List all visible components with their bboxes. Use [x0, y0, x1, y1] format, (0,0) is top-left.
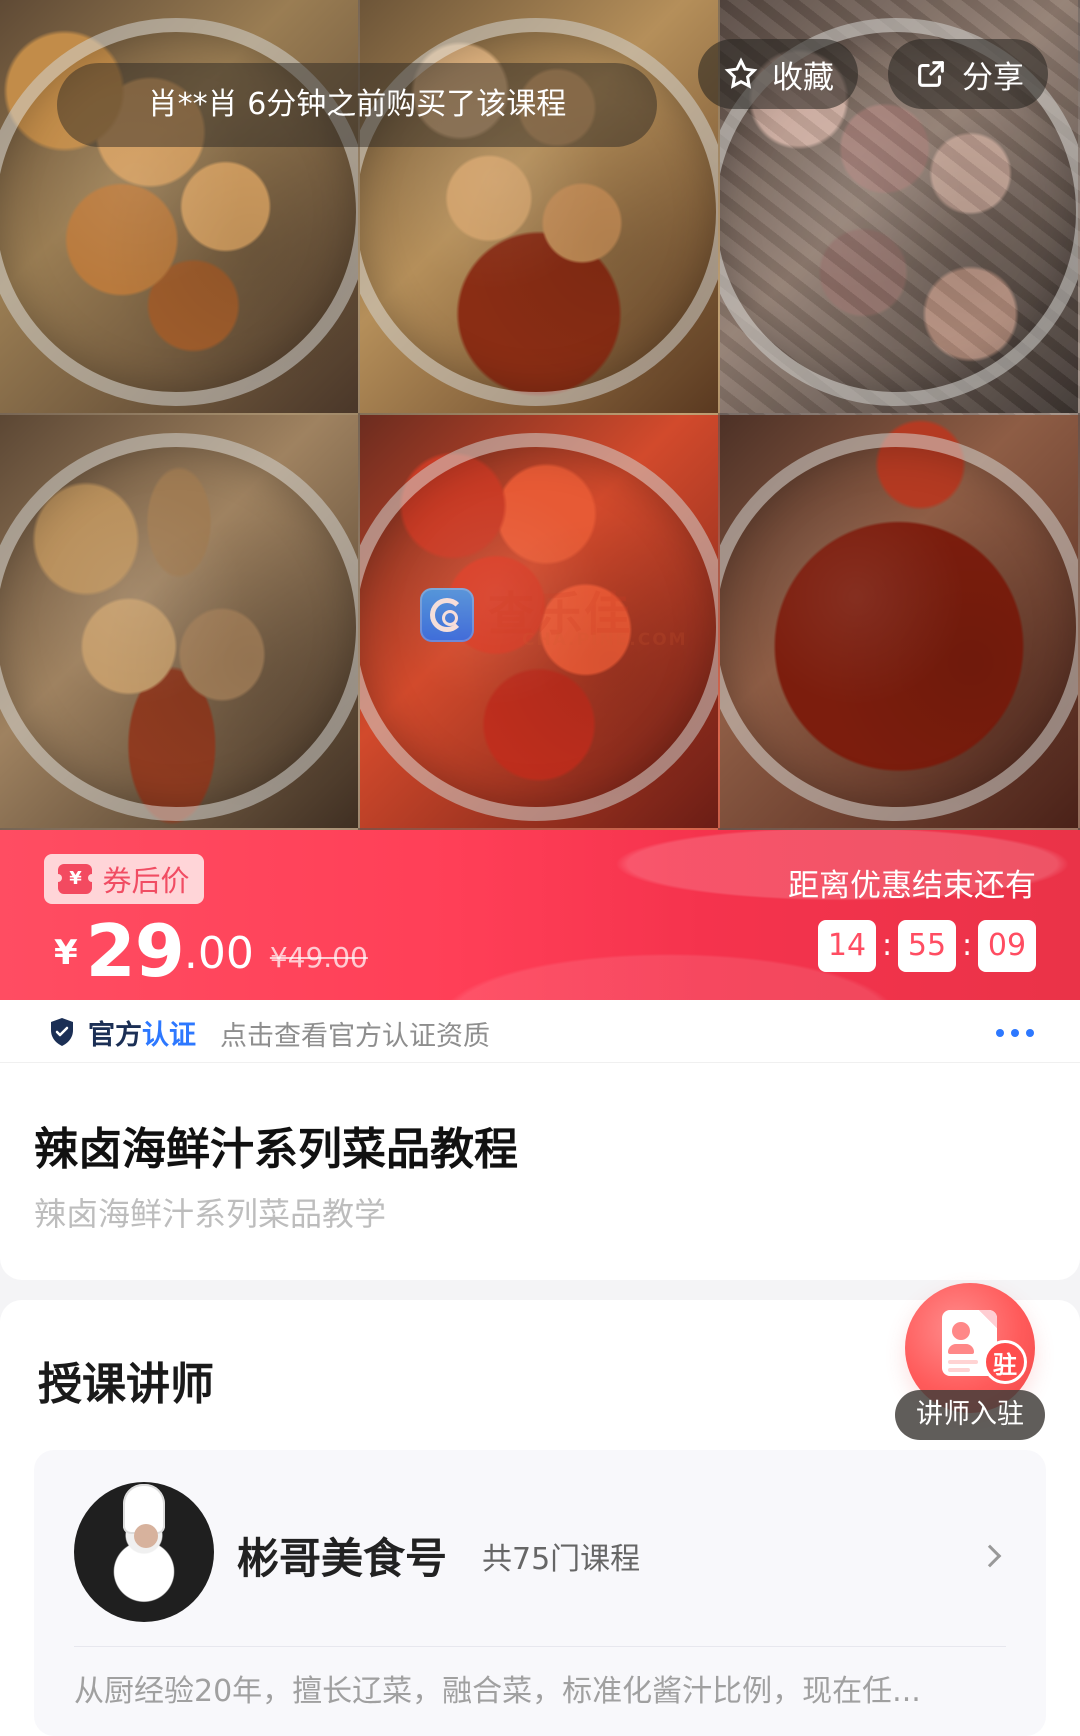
countdown-label: 距离优惠结束还有: [788, 868, 1036, 904]
watermark-subtext: CHA.PINE.COM: [522, 630, 688, 650]
certification-title: 官方认证: [88, 1013, 196, 1052]
course-subtitle: 辣卤海鲜汁系列菜品教学: [34, 1195, 387, 1233]
teacher-name: 彬哥美食号: [237, 1534, 448, 1583]
certification-description: 点击查看官方认证资质: [220, 1021, 490, 1052]
favorite-button[interactable]: 收藏: [698, 39, 858, 109]
food-photo-4: [0, 415, 360, 830]
more-dot: [1026, 1029, 1034, 1037]
countdown-separator: :: [882, 928, 893, 963]
star-icon: [722, 55, 760, 93]
share-label: 分享: [962, 59, 1024, 96]
original-price: ¥49.00: [269, 941, 368, 974]
food-photo-6: [720, 415, 1080, 830]
course-detail-page: 肖**肖 6分钟之前购买了该课程 收藏 分享 查乐佳 CHA.PINE.COM …: [0, 0, 1080, 1736]
coupon-badge: ¥ 券后价: [44, 854, 204, 904]
watermark: 查乐佳 CHA.PINE.COM: [420, 580, 720, 654]
more-dot: [1011, 1029, 1019, 1037]
teacher-section-title: 授课讲师: [38, 1359, 214, 1410]
document-line-icon: [948, 1368, 970, 1372]
shield-icon: [48, 1017, 76, 1047]
join-teacher-label: 讲师入驻: [895, 1390, 1045, 1440]
course-info-card: 辣卤海鲜汁系列菜品教程 辣卤海鲜汁系列菜品教学: [0, 1063, 1080, 1280]
favorite-label: 收藏: [772, 59, 834, 96]
join-badge: 驻: [983, 1340, 1027, 1384]
share-button[interactable]: 分享: [888, 39, 1048, 109]
countdown-seconds: 09: [978, 920, 1036, 972]
price-decimal: .00: [183, 928, 254, 979]
course-title: 辣卤海鲜汁系列菜品教程: [34, 1124, 518, 1175]
more-dot: [996, 1029, 1004, 1037]
teacher-avatar: [74, 1482, 214, 1622]
chevron-right-icon: [978, 1544, 1002, 1568]
certification-title-accent: 认证: [142, 1020, 196, 1051]
countdown-minutes: 55: [898, 920, 956, 972]
more-dots-icon[interactable]: [996, 1029, 1034, 1037]
price-main: ¥ 29 .00 ¥49.00: [54, 915, 368, 987]
teacher-course-count: 共75门课程: [482, 1542, 641, 1577]
official-certification-row[interactable]: 官方认证 点击查看官方认证资质: [0, 1000, 1080, 1063]
price-banner: ¥ 券后价 ¥ 29 .00 ¥49.00 距离优惠结束还有 14 : 55 :…: [0, 830, 1080, 1000]
coupon-icon: ¥: [54, 864, 97, 894]
document-user-head-icon: [952, 1322, 970, 1340]
currency-symbol: ¥: [54, 933, 78, 973]
watermark-glyph-icon: [430, 598, 464, 632]
countdown-separator: :: [962, 928, 973, 963]
document-line-icon: [948, 1360, 978, 1364]
document-user-body-icon: [948, 1344, 974, 1354]
teacher-description: 从厨经验20年，擅长辽菜，融合菜，标准化酱汁比例，现在任...: [74, 1674, 921, 1709]
teacher-card-divider: [74, 1646, 1006, 1647]
share-icon: [912, 55, 950, 93]
price-integer: 29: [85, 909, 185, 993]
coupon-label: 券后价: [102, 864, 190, 898]
join-teacher-button[interactable]: 驻 讲师入驻: [895, 1283, 1045, 1443]
countdown-hours: 14: [818, 920, 876, 972]
certification-title-prefix: 官方: [88, 1020, 142, 1051]
purchase-notice: 肖**肖 6分钟之前购买了该课程: [57, 63, 657, 147]
hero-gallery: 肖**肖 6分钟之前购买了该课程 收藏 分享 查乐佳 CHA.PINE.COM: [0, 0, 1080, 830]
watermark-logo: [420, 588, 474, 642]
teacher-card[interactable]: 彬哥美食号 共75门课程 从厨经验20年，擅长辽菜，融合菜，标准化酱汁比例，现在…: [34, 1450, 1046, 1736]
countdown-timer: 14 : 55 : 09: [818, 920, 1036, 972]
